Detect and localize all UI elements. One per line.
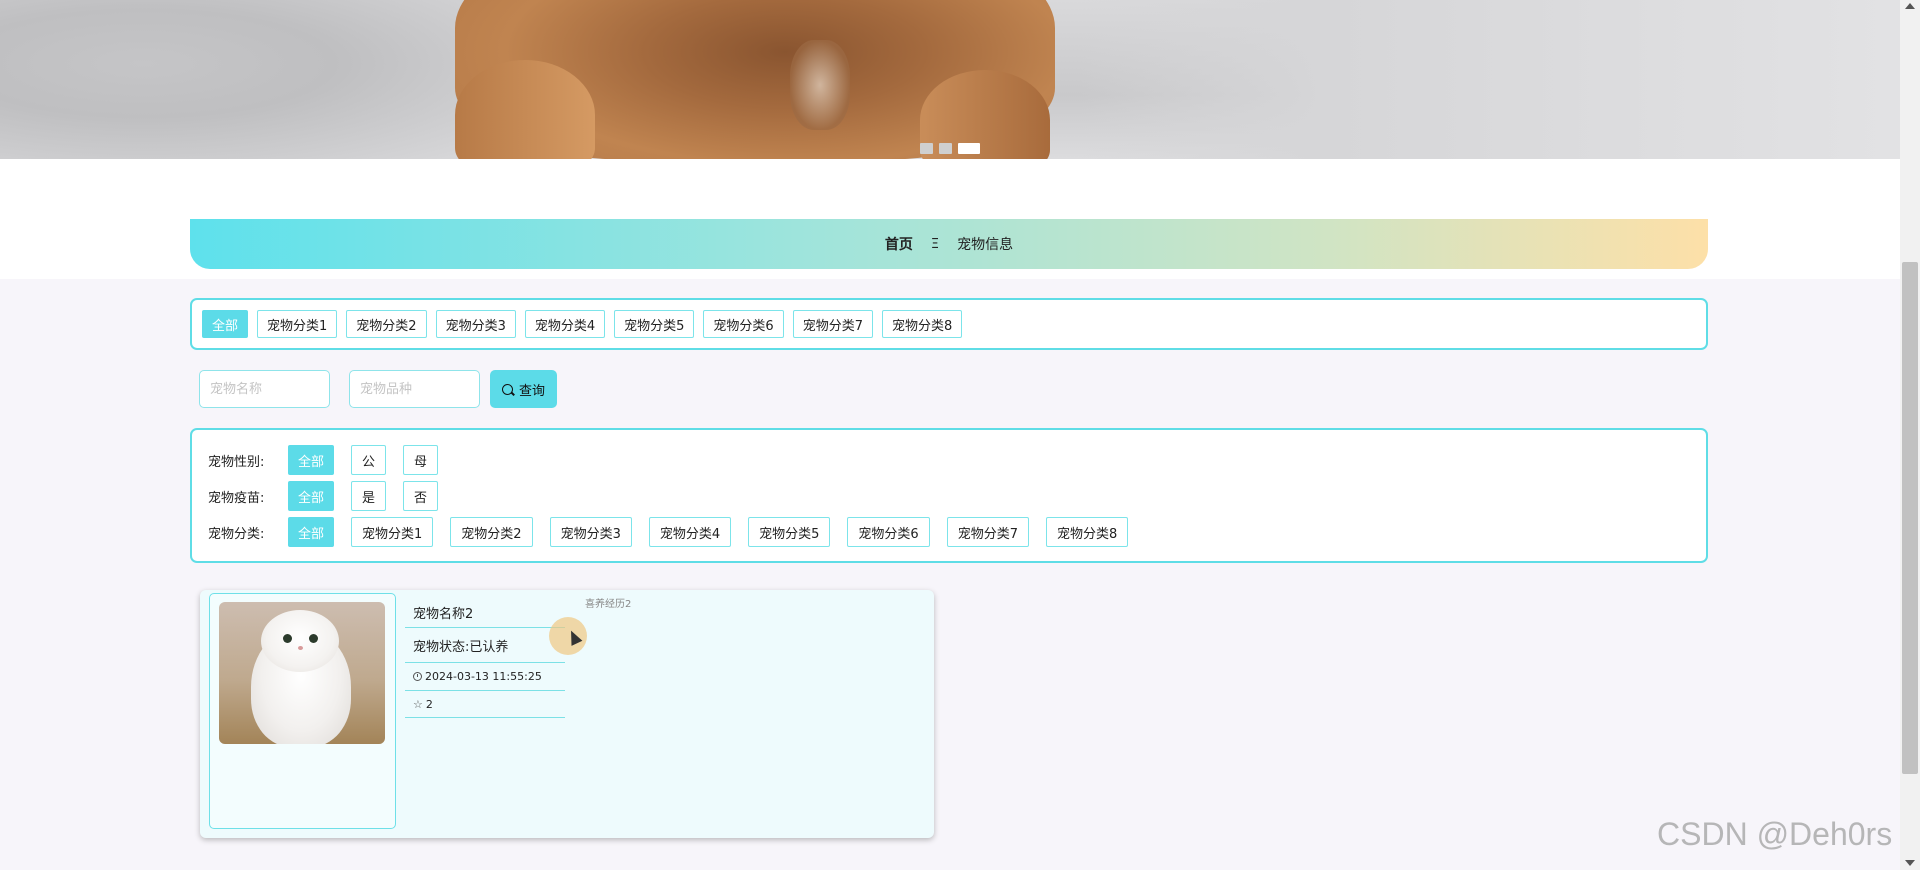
vaccine-option-all[interactable]: 全部	[288, 481, 335, 511]
carousel-dot-3[interactable]	[958, 143, 980, 154]
pet-photo[interactable]	[219, 602, 385, 744]
gender-option-all[interactable]: 全部	[288, 445, 335, 475]
filter-row-vaccine: 宠物疫苗: 全部 是 否	[208, 481, 439, 511]
search-button-label: 查询	[518, 382, 545, 398]
category-filter-all[interactable]: 全部	[288, 517, 335, 547]
filter-label-category: 宠物分类:	[208, 526, 265, 542]
pet-time-row: 2024-03-13 11:55:25	[405, 663, 565, 691]
breadcrumb-separator-icon: Ξ	[930, 236, 940, 252]
pet-favorites-count: 2	[425, 697, 433, 711]
banner-background	[0, 0, 480, 159]
category-filter-6[interactable]: 宠物分类6	[847, 517, 930, 547]
vaccine-option-yes[interactable]: 是	[351, 481, 387, 511]
pet-photo-cat-eye-left	[283, 634, 292, 643]
category-filter-8[interactable]: 宠物分类8	[1045, 517, 1129, 547]
carousel-dot-1[interactable]	[920, 143, 933, 154]
category-filter-4[interactable]: 宠物分类4	[648, 517, 732, 547]
category-tab-5[interactable]: 宠物分类5	[614, 310, 695, 338]
scroll-up-arrow-icon[interactable]	[1905, 3, 1915, 9]
filter-panel: 宠物性别: 全部 公 母 宠物疫苗: 全部 是 否 宠物分类: 全部 宠物分类1…	[190, 428, 1708, 563]
carousel-indicators	[920, 143, 980, 154]
pet-status: 宠物状态:已认养	[405, 628, 565, 663]
banner-dog-chest	[790, 40, 850, 130]
category-filter-5[interactable]: 宠物分类5	[748, 517, 831, 547]
pet-photo-cat-nose	[298, 646, 303, 650]
search-icon	[501, 383, 513, 395]
breadcrumb-current: 宠物信息	[957, 237, 1014, 253]
category-filter-7[interactable]: 宠物分类7	[946, 517, 1029, 547]
pet-experience: 喜养经历2	[585, 599, 632, 610]
breadcrumb: 首页 Ξ 宠物信息	[190, 219, 1708, 269]
category-tab-4[interactable]: 宠物分类4	[524, 310, 606, 338]
category-tab-8[interactable]: 宠物分类8	[881, 310, 963, 338]
filter-label-gender: 宠物性别:	[208, 454, 265, 470]
pet-info: 宠物名称2 宠物状态:已认养 2024-03-13 11:55:25 ☆ 2	[405, 590, 565, 718]
page-scrollbar[interactable]	[1900, 0, 1920, 870]
gender-option-female[interactable]: 母	[403, 445, 439, 475]
pet-breed-search-input[interactable]	[349, 370, 480, 408]
category-tab-7[interactable]: 宠物分类7	[792, 310, 873, 338]
filter-row-category: 宠物分类: 全部 宠物分类1 宠物分类2 宠物分类3 宠物分类4 宠物分类5 宠…	[208, 517, 1129, 547]
pet-photo-cat-eye-right	[309, 634, 318, 643]
banner-background-right	[1080, 0, 1900, 159]
scroll-down-arrow-icon[interactable]	[1905, 860, 1915, 866]
pet-photo-cat-head	[261, 610, 339, 672]
category-filter-2[interactable]: 宠物分类2	[450, 517, 533, 547]
category-tab-6[interactable]: 宠物分类6	[703, 310, 784, 338]
vaccine-option-no[interactable]: 否	[403, 481, 439, 511]
category-tab-all[interactable]: 全部	[202, 310, 249, 338]
category-tab-2[interactable]: 宠物分类2	[346, 310, 427, 338]
search-button[interactable]: 查询	[490, 370, 557, 408]
banner-dog-leg-left	[455, 60, 595, 159]
banner-carousel	[0, 0, 1900, 159]
pet-image-frame	[209, 593, 396, 829]
clock-icon	[413, 672, 422, 681]
gender-option-male[interactable]: 公	[351, 445, 387, 475]
breadcrumb-home-link[interactable]: 首页	[885, 234, 913, 254]
scroll-thumb[interactable]	[1902, 262, 1918, 774]
category-filter-3[interactable]: 宠物分类3	[549, 517, 632, 547]
pet-name[interactable]: 宠物名称2	[405, 590, 565, 628]
category-tab-3[interactable]: 宠物分类3	[435, 310, 516, 338]
filter-row-gender: 宠物性别: 全部 公 母	[208, 445, 439, 475]
pet-time: 2024-03-13 11:55:25	[425, 670, 542, 683]
pet-name-search-input[interactable]	[199, 370, 330, 408]
carousel-dot-2[interactable]	[939, 143, 952, 154]
pet-favorites-row: ☆ 2	[405, 691, 565, 718]
category-filter-1[interactable]: 宠物分类1	[351, 517, 434, 547]
category-tab-1[interactable]: 宠物分类1	[257, 310, 338, 338]
category-tabs: 全部 宠物分类1 宠物分类2 宠物分类3 宠物分类4 宠物分类5 宠物分类6 宠…	[190, 298, 1708, 350]
watermark: CSDN @Deh0rs	[1657, 816, 1893, 852]
filter-label-vaccine: 宠物疫苗:	[208, 490, 265, 506]
star-icon: ☆	[413, 697, 423, 711]
